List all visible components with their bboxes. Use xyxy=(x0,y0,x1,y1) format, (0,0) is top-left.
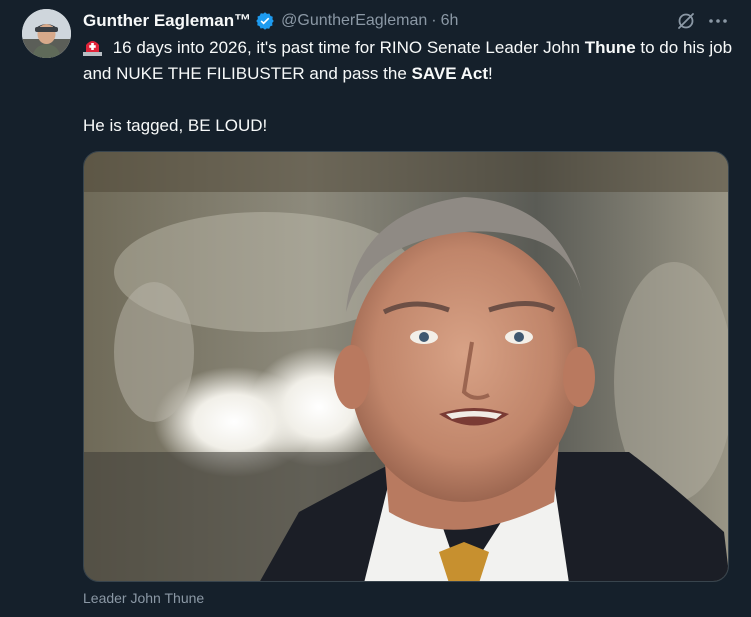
tweet-text-bold-save-act: SAVE Act xyxy=(411,64,489,83)
photo-image xyxy=(84,152,728,581)
tweet-paragraph-1: 16 days into 2026, it's past time for RI… xyxy=(83,35,733,87)
rotating-light-emoji-icon xyxy=(83,37,102,56)
timestamp[interactable]: 6h xyxy=(441,9,459,33)
tweet[interactable]: Gunther Eagleman™ @GuntherEagleman · 6h … xyxy=(0,0,751,617)
tweet-text-part-3: ! xyxy=(488,64,493,83)
tweet-header: Gunther Eagleman™ @GuntherEagleman · 6h xyxy=(83,9,458,33)
separator-dot: · xyxy=(431,12,437,29)
tweet-paragraph-2: He is tagged, BE LOUD! xyxy=(83,116,268,135)
grok-icon[interactable] xyxy=(675,10,697,32)
avatar[interactable] xyxy=(22,9,71,58)
verified-badge-icon xyxy=(255,11,275,31)
display-name[interactable]: Gunther Eagleman™ xyxy=(83,9,251,33)
more-horizontal-icon[interactable] xyxy=(705,10,731,32)
tweet-text: 16 days into 2026, it's past time for RI… xyxy=(83,35,733,139)
photo-caption: Leader John Thune xyxy=(83,590,205,606)
tweet-text-part-1: 16 days into 2026, it's past time for RI… xyxy=(108,38,585,57)
tweet-text-bold-thune: Thune xyxy=(584,38,636,57)
tweet-photo[interactable] xyxy=(83,151,729,582)
avatar-image xyxy=(22,9,71,58)
handle[interactable]: @GuntherEagleman xyxy=(281,9,427,33)
